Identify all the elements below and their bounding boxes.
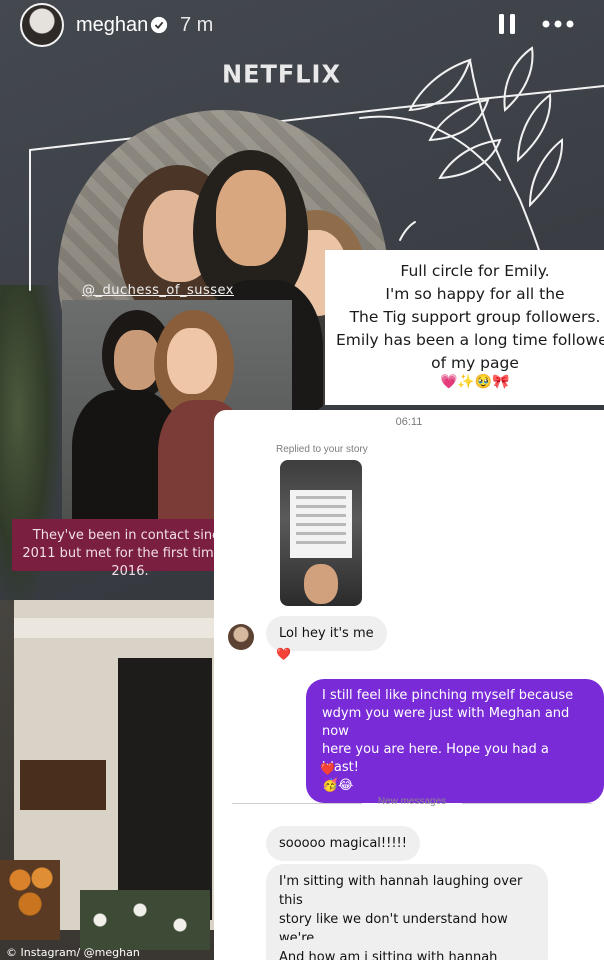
heart-reaction-icon: ❤️ — [320, 762, 335, 776]
new-messages-label: New messages — [377, 796, 447, 807]
story-document — [290, 490, 352, 558]
flowers — [80, 890, 210, 950]
divider-line — [462, 803, 592, 804]
message-bubble: sooooo magical!!!!! — [266, 826, 420, 861]
story-header: meghan 7 m — [0, 0, 604, 54]
photo-credit: © Instagram/ @meghan — [6, 946, 140, 959]
fireplace-opening — [118, 658, 212, 920]
person-face — [216, 170, 286, 266]
message-bubble: Lol hey it's me — [266, 616, 387, 651]
verified-badge-icon — [150, 16, 168, 34]
story-thumbnail[interactable] — [280, 460, 362, 606]
post-time: 7 m — [180, 14, 214, 36]
outgoing-message-bubble: I still feel like pinching myself becaus… — [306, 679, 604, 803]
story-face — [304, 564, 338, 604]
avatar[interactable] — [20, 3, 64, 47]
username[interactable]: meghan — [76, 14, 148, 37]
mention-tag[interactable]: @_duchess_of_sussex — [82, 283, 234, 298]
heart-reaction-icon: ❤️ — [276, 647, 291, 661]
fireplace-mantel — [14, 618, 214, 638]
sender-avatar[interactable] — [228, 624, 254, 650]
new-messages-divider: New messages — [232, 796, 592, 810]
crate — [20, 760, 106, 810]
pause-icon[interactable] — [498, 12, 516, 36]
more-options-icon[interactable] — [540, 12, 576, 36]
oranges-basket — [0, 860, 60, 940]
caption-emoji: 💗✨🥹🎀 — [440, 373, 510, 389]
message-bubble: And how am i sitting with hannah — [266, 940, 511, 960]
caption-text: Full circle for Emily. I'm so happy for … — [336, 262, 604, 372]
person-face — [167, 328, 217, 394]
contact-caption: They've been in contact since 2011 but m… — [12, 519, 248, 579]
replied-label: Replied to your story — [276, 444, 368, 455]
chat-timestamp: 06:11 — [395, 416, 423, 428]
person-face — [114, 330, 160, 390]
dm-screenshot: 06:11 Replied to your story Lol hey it's… — [214, 410, 604, 960]
